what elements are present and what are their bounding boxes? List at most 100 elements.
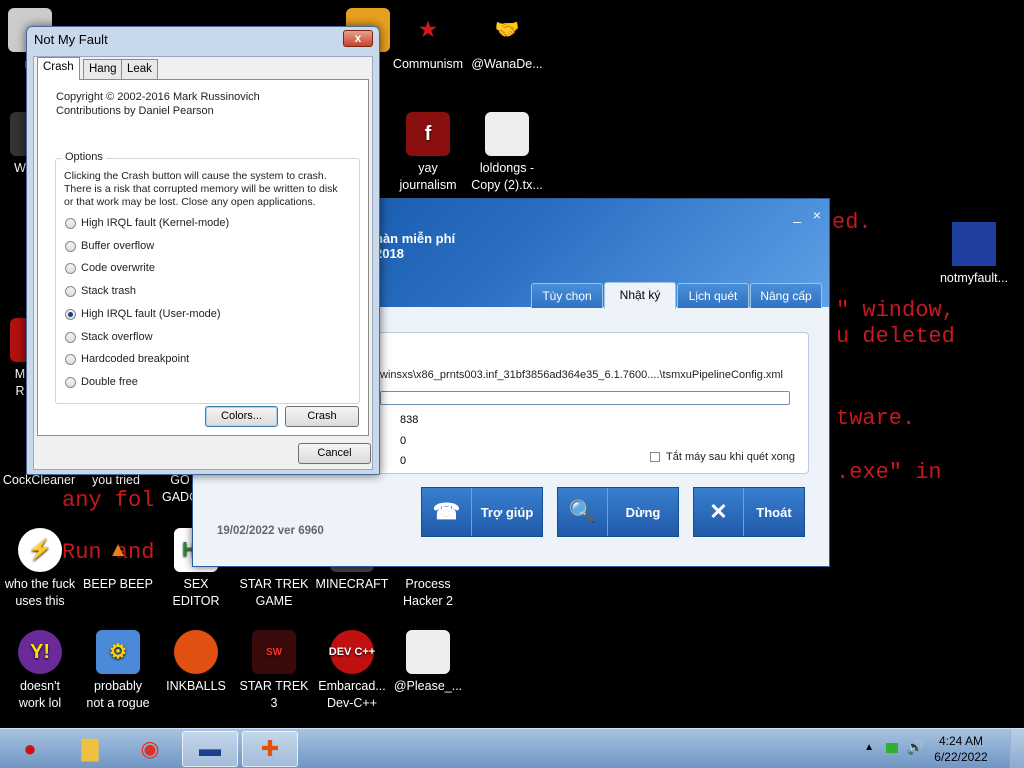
tab-crash[interactable]: Crash (37, 57, 80, 80)
crash-tab-panel: Copyright © 2002-2016 Mark Russinovich C… (37, 79, 369, 436)
volume-icon[interactable]: 🔊 (907, 739, 924, 756)
notmyfault-dialog[interactable]: Not My Fault x Crash Hang Leak Copyright… (26, 26, 380, 475)
option-label: Stack trash (81, 285, 137, 297)
deleted-count: 0 (400, 455, 407, 467)
icon-label: SEX EDITOR (172, 577, 220, 608)
icon-label: probably not a rogue (86, 679, 150, 710)
minimize-button[interactable]: _ (793, 207, 801, 223)
exit-label: Thoát (756, 504, 792, 520)
shutdown-checkbox[interactable]: Tắt máy sau khi quét xong (650, 451, 795, 463)
radio-circle[interactable] (65, 353, 76, 365)
desktop-red-text: .exe" in (836, 460, 942, 485)
option-label: Code overwrite (81, 262, 155, 274)
options-group: Options Clicking the Crash button will c… (55, 151, 360, 404)
show-desktop-button[interactable] (1010, 729, 1024, 768)
icon-label: INKBALLS (166, 679, 226, 693)
desktop-icon[interactable]: Y! doesn't work lol (0, 630, 80, 712)
chrome-icon[interactable]: ◉ (122, 731, 178, 767)
desktop-icon[interactable]: 🤝 @WanaDe... (467, 8, 547, 73)
desktop-red-text: u deleted (836, 324, 955, 349)
radio-circle-selected[interactable] (65, 308, 76, 320)
desktop-icon[interactable]: @Please_... (388, 630, 468, 695)
dialog-title: Not My Fault (34, 32, 108, 47)
icon-label: yay journalism (399, 161, 457, 192)
radio-circle[interactable] (65, 240, 76, 252)
av-title: hàn miễn phí 2018 (375, 231, 455, 261)
option-stack-trash[interactable]: Stack trash (65, 285, 136, 297)
desktop-icon[interactable]: ⚙ probably not a rogue (78, 630, 158, 712)
exit-button[interactable]: ✕ Thoát (693, 487, 805, 537)
option-label: Double free (81, 376, 138, 388)
tab-schedule[interactable]: Lịch quét (677, 283, 749, 308)
radio-circle[interactable] (65, 217, 76, 229)
antivirus-shield-icon[interactable]: ✚ (242, 731, 298, 767)
option-label: High IRQL fault (User-mode) (81, 308, 221, 320)
dialog-close-button[interactable]: x (343, 30, 373, 47)
icon-label: loldongs - Copy (2).tx... (471, 161, 543, 192)
clock-date: 6/22/2022 (934, 750, 988, 764)
desktop-icon[interactable]: ★ Communism (388, 8, 468, 73)
help-button[interactable]: ☎ Trợ giúp (421, 487, 543, 537)
option-label: Buffer overflow (81, 240, 155, 252)
network-icon[interactable] (886, 743, 898, 753)
star-wars-icon: SW (252, 630, 296, 674)
folder-icon[interactable]: ▇ (62, 731, 118, 767)
crash-button[interactable]: Crash (285, 406, 359, 427)
inkball-icon (174, 630, 218, 674)
option-buffer-overflow[interactable]: Buffer overflow (65, 240, 154, 252)
angry-birds-icon[interactable]: ● (2, 731, 58, 767)
flash-icon: f (406, 112, 450, 156)
crash-warning: Clicking the Crash button will cause the… (64, 170, 338, 208)
desktop-icon[interactable]: INKBALLS (156, 630, 236, 695)
desktop-icon[interactable]: SW STAR TREK 3 (234, 630, 314, 712)
option-high-irql-user[interactable]: High IRQL fault (User-mode) (65, 308, 221, 320)
option-label: High IRQL fault (Kernel-mode) (81, 217, 230, 229)
dialog-body: Crash Hang Leak Copyright © 2002-2016 Ma… (33, 56, 373, 470)
icon-label: who the fuck uses this (4, 577, 76, 608)
infected-count: 0 (400, 435, 407, 447)
cancel-button[interactable]: Cancel (298, 443, 371, 464)
desktop-icon[interactable]: ⚡ who the fuck uses this (0, 528, 80, 610)
desktop-icon[interactable]: ▲ BEEP BEEP (78, 528, 158, 593)
notmyfault-taskbar-icon[interactable]: ▬ (182, 731, 238, 767)
stop-label: Dừng (625, 504, 661, 520)
desktop-red-text: ed. (832, 210, 872, 235)
icon-label: @Please_... (393, 679, 463, 693)
tab-options[interactable]: Tùy chọn (531, 283, 603, 308)
lightning-icon: ⚡ (18, 528, 62, 572)
radio-circle[interactable] (65, 376, 76, 388)
desktop-icon[interactable]: DEV C++ Embarcad... Dev-C++ (312, 630, 392, 712)
option-high-irql-kernel[interactable]: High IRQL fault (Kernel-mode) (65, 217, 229, 229)
tab-hang[interactable]: Hang (83, 59, 123, 79)
option-code-overwrite[interactable]: Code overwrite (65, 262, 155, 274)
icon-label: MINECRAFT (315, 577, 389, 591)
option-hardcoded-breakpoint[interactable]: Hardcoded breakpoint (65, 353, 189, 365)
system-clock[interactable]: 4:24 AM 6/22/2022 (926, 733, 996, 765)
yahoo-messenger-icon: Y! (18, 630, 62, 674)
option-double-free[interactable]: Double free (65, 376, 138, 388)
document-icon (406, 630, 450, 674)
close-button[interactable]: × (813, 207, 821, 223)
icon-label: doesn't work lol (18, 679, 62, 710)
radio-circle[interactable] (65, 262, 76, 274)
clock-time: 4:24 AM (938, 734, 984, 748)
handshake-icon: 🤝 (485, 8, 529, 52)
support-agent-icon: ☎ (422, 488, 472, 536)
tab-leak[interactable]: Leak (121, 59, 158, 79)
colors-button[interactable]: Colors... (205, 406, 278, 427)
radio-circle[interactable] (65, 331, 76, 343)
desktop-icon[interactable]: f yay journalism (388, 112, 468, 194)
notmyfault-icon (952, 222, 996, 266)
option-stack-overflow[interactable]: Stack overflow (65, 331, 153, 343)
tab-upgrade[interactable]: Nâng cấp (750, 283, 822, 308)
tray-expand-icon[interactable]: ▲ (864, 742, 874, 753)
options-label: Options (62, 151, 106, 163)
radio-circle[interactable] (65, 285, 76, 297)
desktop-icon[interactable]: notmyfault... (934, 222, 1014, 287)
stop-button[interactable]: 🔍 Dừng (557, 487, 679, 537)
tab-log[interactable]: Nhật ký (604, 282, 676, 309)
desktop-icon[interactable]: loldongs - Copy (2).tx... (467, 112, 547, 194)
icon-label: @WanaDe... (471, 57, 543, 71)
checkbox-box[interactable] (650, 452, 660, 462)
vlc-icon: ▲ (108, 538, 128, 561)
